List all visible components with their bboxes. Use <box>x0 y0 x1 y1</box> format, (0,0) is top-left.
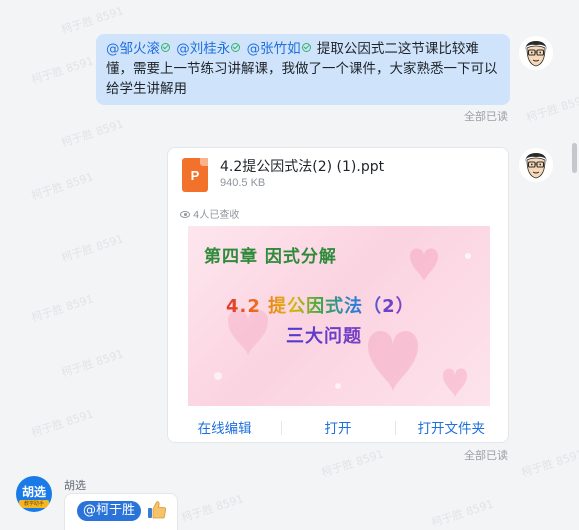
slide-subtitle: 4.2 提公因式法（2） <box>226 292 415 318</box>
avatar[interactable] <box>519 148 553 182</box>
watermark: 柯于胜 8591 <box>524 92 579 125</box>
watermark: 柯于胜 8591 <box>59 232 126 265</box>
slide-chapter-title: 第四章 因式分解 <box>204 247 337 267</box>
thumbs-up-icon <box>148 501 167 519</box>
watermark: 柯于胜 8591 <box>59 4 126 37</box>
mention[interactable]: @邹火滚 <box>106 41 160 57</box>
watermark: 柯于胜 8591 <box>179 492 246 525</box>
file-card[interactable]: P 4.2提公因式法(2) (1).ppt 940.5 KB 4人已查收 第四章… <box>167 147 509 443</box>
watermark: 柯于胜 8591 <box>519 447 579 480</box>
eye-icon <box>180 211 190 218</box>
read-check-icon <box>161 43 170 52</box>
sender-name: 胡选 <box>64 479 86 492</box>
slide-subtitle: 三大问题 <box>286 322 362 348</box>
scrollbar[interactable] <box>572 143 577 173</box>
watermark: 柯于胜 8591 <box>29 407 96 440</box>
watermark: 柯于胜 8591 <box>29 54 96 87</box>
open-button[interactable]: 打开 <box>281 417 394 437</box>
avatar[interactable] <box>519 36 553 70</box>
mention-chip[interactable]: @柯于胜 <box>77 501 142 521</box>
file-size: 940.5 KB <box>220 177 266 189</box>
mention[interactable]: @张竹如 <box>247 41 301 57</box>
read-check-icon <box>231 43 241 52</box>
file-name[interactable]: 4.2提公因式法(2) (1).ppt <box>220 156 384 176</box>
edit-online-button[interactable]: 在线编辑 <box>168 417 281 437</box>
message-bubble[interactable]: @柯于胜 <box>64 493 178 530</box>
watermark: 柯于胜 8591 <box>59 117 126 150</box>
read-check-icon <box>301 43 311 52</box>
view-count[interactable]: 4人已查收 <box>180 206 239 221</box>
bot-avatar[interactable]: 胡选 教学助手 <box>16 476 52 512</box>
mention[interactable]: @刘桂永 <box>176 41 230 57</box>
watermark: 柯于胜 8591 <box>29 170 96 203</box>
ppt-file-icon: P <box>182 158 208 192</box>
watermark: 柯于胜 8591 <box>319 447 386 480</box>
read-status[interactable]: 全部已读 <box>464 447 508 463</box>
message-bubble[interactable]: @邹火滚 @刘桂永 @张竹如 提取公因式二这节课比较难懂，需要上一节练习讲解课，… <box>96 34 510 105</box>
open-folder-button[interactable]: 打开文件夹 <box>394 417 508 437</box>
slide-preview[interactable]: 第四章 因式分解 4.2 提公因式法（2） 三大问题 <box>188 226 490 406</box>
watermark: 柯于胜 8591 <box>29 292 96 325</box>
watermark: 柯于胜 8591 <box>429 497 496 530</box>
file-actions: 在线编辑 打开 打开文件夹 <box>168 410 508 442</box>
watermark: 柯于胜 8591 <box>59 347 126 380</box>
read-status[interactable]: 全部已读 <box>464 108 508 124</box>
